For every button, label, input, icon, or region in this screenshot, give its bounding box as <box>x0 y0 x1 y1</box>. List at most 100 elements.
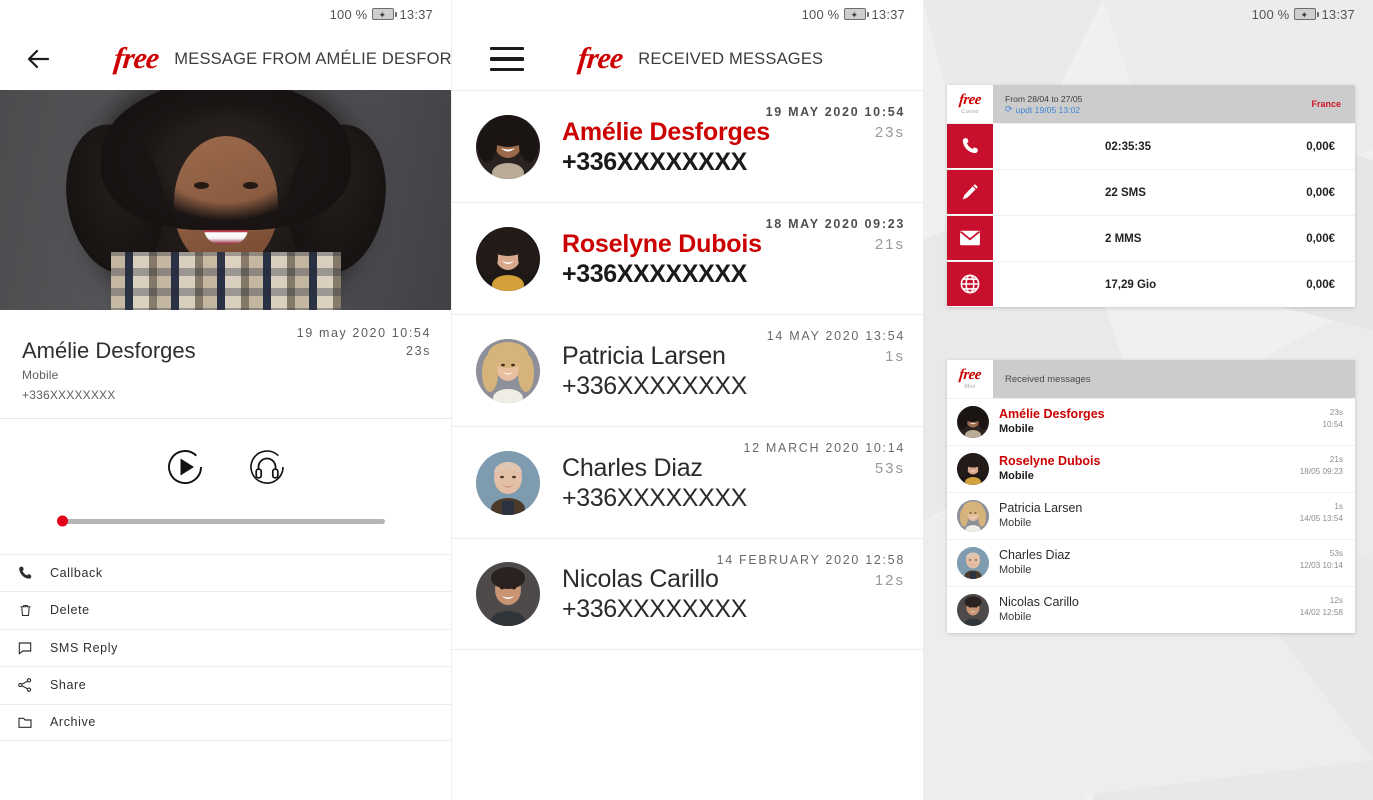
refresh-icon[interactable]: ⟳ <box>1005 105 1013 114</box>
contact-name: Charles Diaz <box>562 453 703 482</box>
message-meta: 21s 18/05 09:23 <box>1300 454 1343 478</box>
message-meta: 14 MAY 2020 13:54 1s <box>767 329 905 365</box>
three-panel-screenshot: 100 % ✦ 13:37 free MESSAGE FROM AMÉLIE D… <box>0 0 1373 800</box>
avatar <box>476 114 540 179</box>
consumption-widget[interactable]: free Conso From 28/04 to 27/05 ⟳ updt 19… <box>947 85 1355 307</box>
contact-line-type: Mobile <box>999 469 1034 482</box>
message-duration: 23s <box>874 124 905 141</box>
battery-charging-icon: ✦ <box>844 8 870 20</box>
action-archive[interactable]: Archive <box>0 703 451 742</box>
globe-data-icon <box>947 262 993 307</box>
messages-widget[interactable]: free Mini Received messages Amélie Desfo… <box>947 360 1355 633</box>
message-meta: 1s 14/05 13:54 <box>1300 501 1343 525</box>
headphones-circle-icon[interactable] <box>245 445 289 489</box>
consumption-row-mms[interactable]: 2 MMS 0,00€ <box>947 215 1355 261</box>
avatar <box>476 338 540 403</box>
free-conso-logo: free Conso <box>947 85 993 123</box>
contact-line-type: Mobile <box>999 422 1034 435</box>
message-duration: 12s <box>874 572 905 589</box>
message-meta: 19 may 2020 10:54 23s <box>297 324 431 360</box>
free-logo: free <box>958 367 982 383</box>
contact-name: Amélie Desforges <box>999 407 1105 422</box>
battery-charging-icon: ✦ <box>1294 8 1320 20</box>
consumption-price: 0,00€ <box>1306 140 1335 153</box>
consumption-value: 17,29 Gio <box>1105 278 1157 291</box>
action-share[interactable]: Share <box>0 666 451 704</box>
play-circle-icon[interactable] <box>163 445 207 489</box>
avatar <box>957 547 989 579</box>
message-duration: 21s <box>1329 455 1343 464</box>
action-label: SMS Reply <box>50 640 118 655</box>
action-label: Callback <box>50 565 103 580</box>
list-item[interactable]: Charles Diaz Mobile 53s 12/03 10:14 <box>947 539 1355 586</box>
action-label: Delete <box>50 603 90 618</box>
message-date: 19 MAY 2020 10:54 <box>765 105 905 119</box>
phone-icon <box>947 124 993 169</box>
message-time: 12/03 10:14 <box>1299 560 1343 570</box>
list-item[interactable]: Amélie Desforges Mobile 23s 10:54 <box>947 398 1355 445</box>
list-item[interactable]: Patricia Larsen +336XXXXXXXX 14 MAY 2020… <box>452 314 923 426</box>
list-item[interactable]: Charles Diaz +336XXXXXXXX 12 MARCH 2020 … <box>452 426 923 538</box>
clock-time: 13:37 <box>871 6 905 22</box>
last-update[interactable]: ⟳ updt 19/05 13:02 <box>1005 105 1082 115</box>
contact-name: Charles Diaz <box>999 548 1071 563</box>
message-duration: 23s <box>1329 408 1343 417</box>
back-arrow-icon[interactable] <box>22 42 56 76</box>
message-time: 14/05 13:54 <box>1299 513 1343 523</box>
list-item[interactable]: Patricia Larsen Mobile 1s 14/05 13:54 <box>947 492 1355 539</box>
contact-line-type: Mobile <box>999 610 1032 623</box>
consumption-price: 0,00€ <box>1306 186 1335 199</box>
message-time: 10:54 <box>1322 419 1344 429</box>
avatar <box>476 562 540 626</box>
widget-header: free Conso From 28/04 to 27/05 ⟳ updt 19… <box>947 85 1355 123</box>
avatar <box>957 594 989 626</box>
hamburger-menu-icon[interactable] <box>490 47 524 71</box>
message-meta: 23s 10:54 <box>1323 407 1344 431</box>
contact-name: Roselyne Dubois <box>562 229 762 258</box>
battery-percent: 100 % <box>801 6 840 22</box>
last-update-label: updt 19/05 13:02 <box>1015 104 1081 115</box>
free-logo: free <box>576 42 625 75</box>
list-item[interactable]: Roselyne Dubois Mobile 21s 18/05 09:23 <box>947 445 1355 492</box>
list-item[interactable]: Roselyne Dubois +336XXXXXXXX 18 MAY 2020… <box>452 202 923 314</box>
status-bar-left: 100 % ✦ 13:37 <box>0 0 451 28</box>
contact-name: Roselyne Dubois <box>999 454 1101 469</box>
consumption-price: 0,00€ <box>1306 232 1335 245</box>
message-date: 14 MAY 2020 13:54 <box>766 329 905 343</box>
consumption-row-voice[interactable]: 02:35:35 0,00€ <box>947 123 1355 169</box>
free-logo: free <box>958 92 982 108</box>
action-callback[interactable]: Callback <box>0 553 451 592</box>
message-date: 12 MARCH 2020 10:14 <box>743 441 905 455</box>
status-bar-middle: 100 % ✦ 13:37 <box>452 0 923 28</box>
contact-line-type: Mobile <box>999 516 1032 529</box>
seek-bar[interactable] <box>0 489 451 527</box>
billing-period: From 28/04 to 27/05 <box>1005 93 1083 104</box>
action-delete[interactable]: Delete <box>0 591 451 629</box>
message-meta: 18 MAY 2020 09:23 21s <box>766 217 905 253</box>
message-date: 19 may 2020 10:54 <box>296 326 431 340</box>
free-logo: free <box>112 42 161 75</box>
avatar <box>957 500 989 532</box>
message-duration: 23s <box>406 344 431 359</box>
battery-charging-icon: ✦ <box>372 8 398 20</box>
action-label: Archive <box>50 715 96 730</box>
action-sms-reply[interactable]: SMS Reply <box>0 628 451 667</box>
page-title: RECEIVED MESSAGES <box>638 49 824 68</box>
message-detail-header: 19 may 2020 10:54 23s Amélie Desforges M… <box>0 310 451 418</box>
received-messages-panel: 100 % ✦ 13:37 free RECEIVED MESSAGES Amé… <box>451 0 923 800</box>
message-time: 18/05 09:23 <box>1299 466 1343 476</box>
contact-line-type: Mobile <box>22 368 59 382</box>
share-icon <box>16 676 34 694</box>
list-item[interactable]: Nicolas Carillo Mobile 12s 14/02 12:58 <box>947 586 1355 633</box>
list-item[interactable]: Nicolas Carillo +336XXXXXXXX 14 FEBRUARY… <box>452 538 923 650</box>
list-item[interactable]: Amélie Desforges +336XXXXXXXX 19 MAY 202… <box>452 90 923 202</box>
seek-rail[interactable] <box>57 515 385 527</box>
consumption-row-sms[interactable]: 22 SMS 0,00€ <box>947 169 1355 215</box>
consumption-row-data[interactable]: 17,29 Gio 0,00€ <box>947 261 1355 307</box>
phone-icon <box>16 564 34 582</box>
clock-time: 13:37 <box>399 6 433 22</box>
seek-handle[interactable] <box>57 515 68 527</box>
status-bar-right: 100 % ✦ 13:37 <box>923 0 1373 28</box>
contact-name: Nicolas Carillo <box>999 595 1079 610</box>
message-detail-panel: 100 % ✦ 13:37 free MESSAGE FROM AMÉLIE D… <box>0 0 487 800</box>
